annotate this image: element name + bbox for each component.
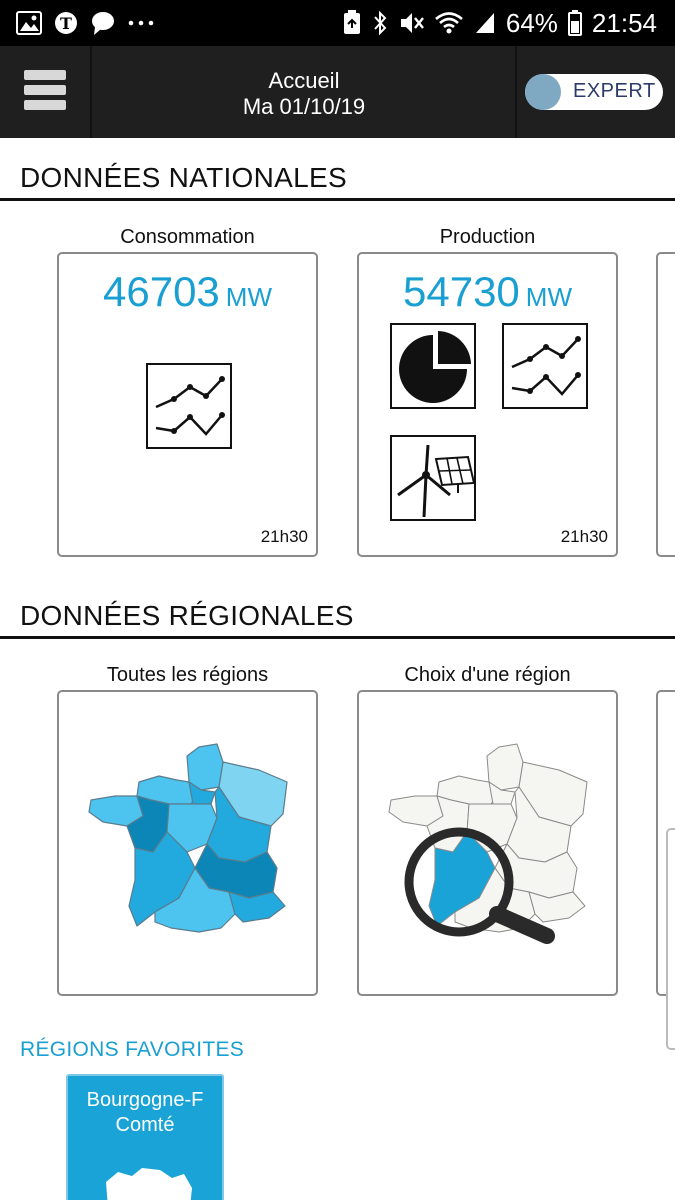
consommation-unit: MW [225, 282, 272, 312]
bluetooth-icon [372, 9, 388, 37]
edge-panel-handle[interactable] [666, 828, 675, 1050]
hamburger-icon [24, 68, 66, 117]
expert-toggle-label: EXPERT [573, 80, 656, 102]
card-label-production: Production [439, 226, 536, 248]
production-value: 54730 MW [403, 268, 572, 315]
clock: 21:54 [591, 7, 657, 38]
wifi-icon [434, 9, 464, 37]
battery-percent: 64% [505, 7, 558, 38]
section-divider [0, 198, 675, 201]
section-title-national: DONNÉES NATIONALES [20, 162, 347, 193]
page-title: Accueil Ma 01/10/19 [94, 46, 514, 138]
card-label-choose-region: Choix d'une région [404, 664, 571, 686]
card-label-consommation: Consommation [120, 226, 255, 248]
nyt-icon: T [54, 9, 78, 37]
expert-area: EXPERT [515, 46, 675, 138]
page-date: Ma 01/10/19 [242, 94, 366, 119]
line-chart-icon[interactable] [502, 323, 588, 409]
production-card[interactable]: 54730 MW 21h30 [357, 252, 618, 557]
status-bar: T 64% 21:54 [0, 0, 675, 46]
line-chart-icon[interactable] [146, 363, 232, 449]
consommation-card[interactable]: 46703 MW 21h30 [57, 252, 318, 557]
wind-solar-icon[interactable] [390, 435, 476, 521]
chat-icon [90, 9, 116, 37]
consommation-time: 21h30 [260, 527, 308, 546]
production-time: 21h30 [560, 527, 608, 546]
image-icon [16, 9, 42, 37]
svg-text:T: T [60, 14, 72, 33]
app-header: Accueil Ma 01/10/19 EXPERT [0, 46, 675, 138]
production-unit: MW [525, 282, 572, 312]
favorite-region-name: Bourgogne-F Comté [86, 1089, 204, 1136]
toggle-knob [525, 74, 561, 110]
section-divider [0, 636, 675, 639]
signal-icon [474, 9, 496, 37]
page-title-text: Accueil [268, 68, 340, 93]
battery-icon [567, 9, 582, 37]
next-card-peek[interactable] [656, 252, 675, 557]
mute-icon [398, 9, 424, 37]
choose-region-card[interactable] [357, 690, 618, 996]
pie-chart-icon[interactable] [390, 323, 476, 409]
card-label-all-regions: Toutes les régions [106, 664, 269, 686]
section-title-regional: DONNÉES RÉGIONALES [20, 600, 354, 631]
more-dots-icon [128, 9, 154, 37]
recycle-icon [342, 9, 362, 37]
favorites-title: RÉGIONS FAVORITES [20, 1038, 245, 1061]
favorite-region-tile[interactable]: Bourgogne-F Comté [66, 1074, 224, 1200]
expert-toggle[interactable]: EXPERT [525, 74, 663, 110]
menu-button[interactable] [0, 46, 92, 138]
all-regions-card[interactable] [57, 690, 318, 996]
consommation-value: 46703 MW [103, 268, 272, 315]
